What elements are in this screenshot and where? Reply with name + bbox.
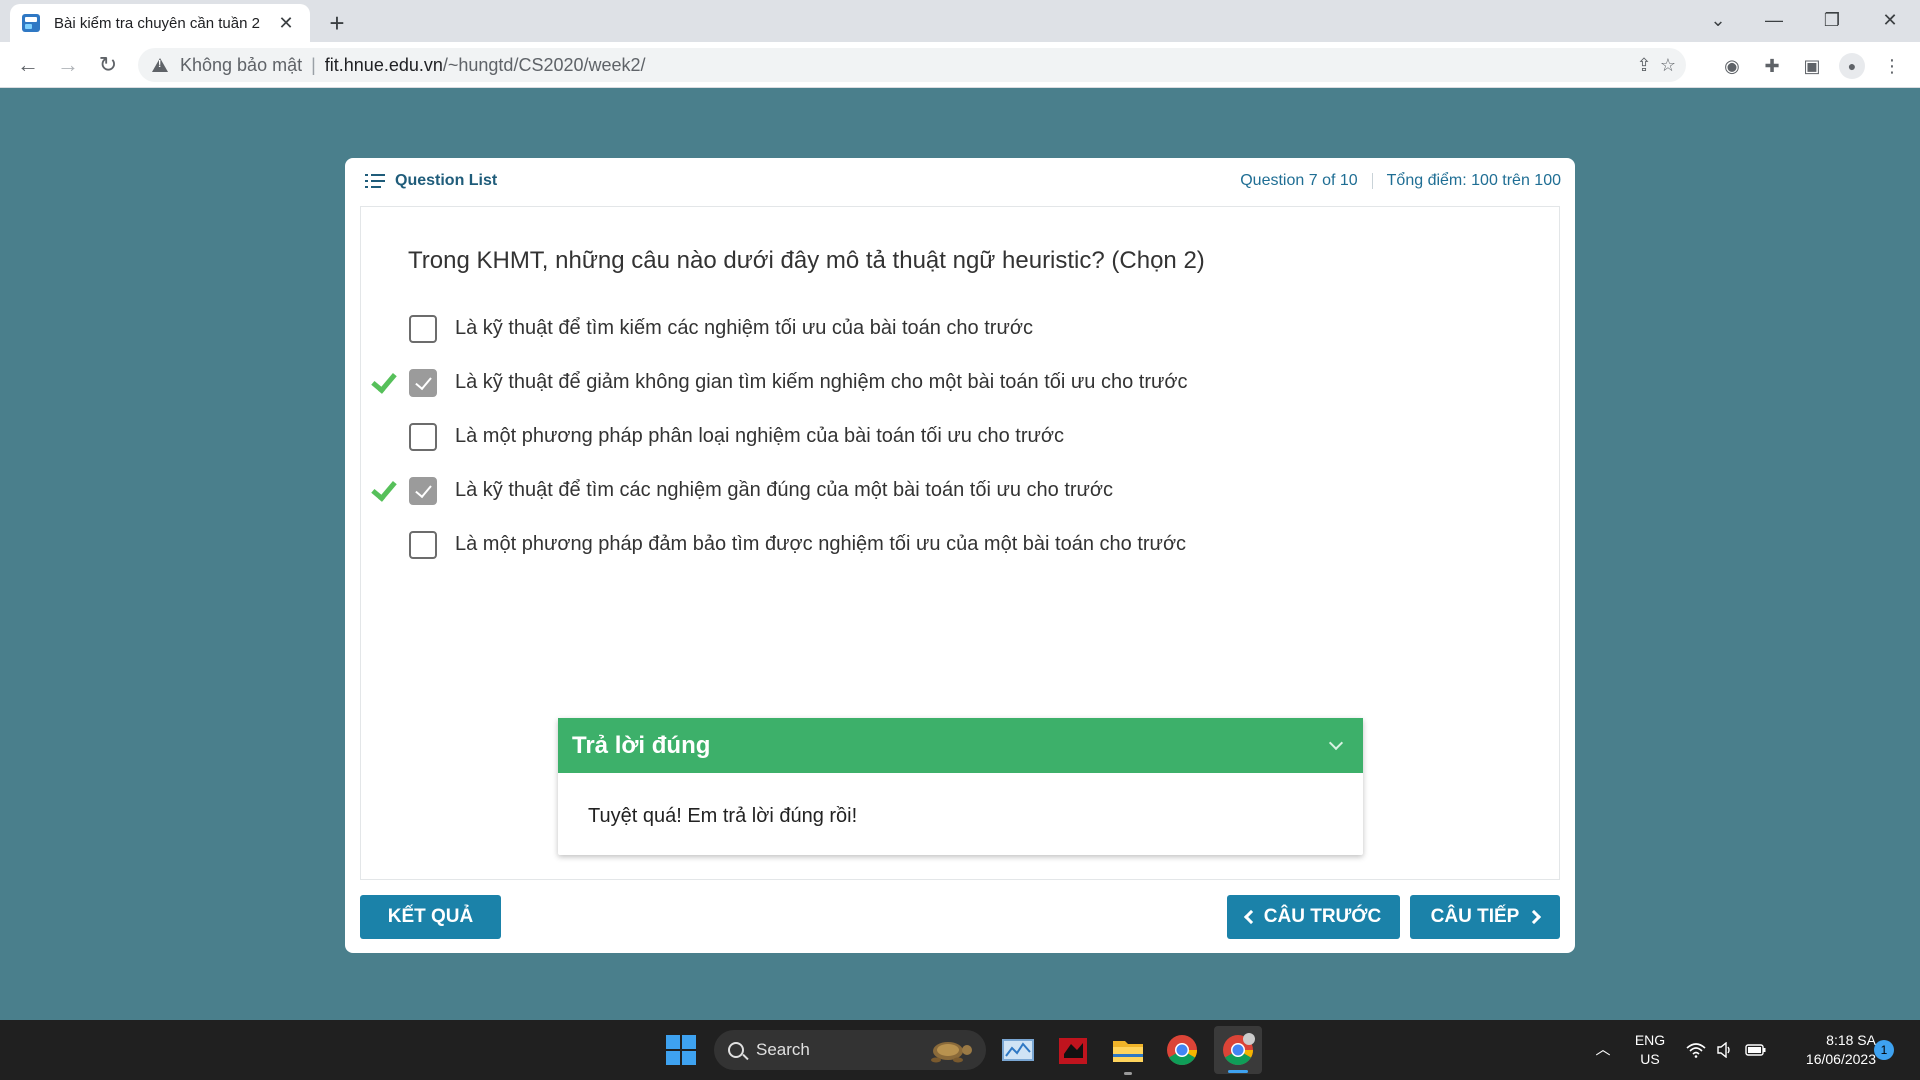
sidebar-icon[interactable]: ▣ xyxy=(1799,53,1825,79)
quiz-meta: Question 7 of 10 Tổng điểm: 100 trên 100 xyxy=(1240,172,1561,190)
file-explorer-icon[interactable] xyxy=(1110,1032,1146,1068)
share-icon[interactable]: ⇪ xyxy=(1632,54,1656,76)
restore-button[interactable]: ❐ xyxy=(1810,4,1854,36)
notification-badge[interactable]: 1 xyxy=(1874,1040,1894,1060)
volume-icon[interactable] xyxy=(1714,1040,1736,1060)
taskbar: Search ︿ ENG US 8:18 SA 16/06/2023 1 xyxy=(0,1020,1920,1080)
chrome-profile-window[interactable] xyxy=(1214,1026,1262,1074)
next-question-button[interactable]: CÂU TIẾP xyxy=(1410,895,1560,939)
menu-icon[interactable]: ⋮ xyxy=(1879,53,1905,79)
tab-search-button[interactable]: ⌄ xyxy=(1696,4,1740,36)
option-checkbox[interactable] xyxy=(409,477,437,505)
page-favicon-icon xyxy=(22,14,40,32)
tab-strip: Bài kiểm tra chuyên cần tuần 2 ✕ + ⌄ — ❐… xyxy=(0,0,1920,42)
quiz-header: Question List Question 7 of 10 Tổng điểm… xyxy=(345,158,1575,204)
correct-check-icon xyxy=(371,369,395,393)
feedback-header[interactable]: Trả lời đúng xyxy=(558,718,1363,773)
chevron-left-icon xyxy=(1243,909,1258,925)
wifi-icon[interactable] xyxy=(1685,1040,1707,1060)
chevron-up-icon[interactable]: ︿ xyxy=(1592,1038,1614,1058)
running-indicator xyxy=(1124,1072,1132,1075)
active-indicator xyxy=(1228,1070,1248,1073)
option-label[interactable]: Là một phương pháp đảm bảo tìm được nghi… xyxy=(455,533,1186,556)
answer-option[interactable]: Là một phương pháp đảm bảo tìm được nghi… xyxy=(361,525,1541,565)
chevron-down-icon[interactable] xyxy=(1328,735,1344,750)
search-icon xyxy=(728,1042,744,1058)
clock-time: 8:18 SA xyxy=(1826,1032,1876,1048)
question-list-button[interactable]: Question List xyxy=(365,172,497,190)
close-window-button[interactable]: ✕ xyxy=(1868,4,1912,36)
option-label[interactable]: Là kỹ thuật để tìm kiếm các nghiệm tối ư… xyxy=(455,317,1033,340)
language-label: ENG xyxy=(1634,1032,1666,1048)
question-text: Trong KHMT, những câu nào dưới đây mô tả… xyxy=(408,247,1205,274)
search-label: Search xyxy=(756,1040,810,1059)
security-label[interactable]: Không bảo mật xyxy=(180,55,302,76)
address-bar[interactable]: Không bảo mật | fit.hnue.edu.vn/~hungtd/… xyxy=(138,48,1686,82)
answer-option[interactable]: Là kỹ thuật để tìm kiếm các nghiệm tối ư… xyxy=(361,309,1541,349)
taskbar-search[interactable]: Search xyxy=(714,1030,986,1070)
option-checkbox[interactable] xyxy=(409,369,437,397)
url-host[interactable]: fit.hnue.edu.vn xyxy=(325,55,443,76)
region-label: US xyxy=(1640,1051,1660,1067)
prev-question-button[interactable]: CÂU TRƯỚC xyxy=(1227,895,1400,939)
correct-check-icon xyxy=(371,477,395,501)
option-label[interactable]: Là kỹ thuật để giảm không gian tìm kiếm … xyxy=(455,371,1188,394)
star-icon[interactable]: ☆ xyxy=(1656,54,1680,76)
option-checkbox[interactable] xyxy=(409,423,437,451)
option-label[interactable]: Là một phương pháp phân loại nghiệm của … xyxy=(455,425,1064,448)
question-list-label: Question List xyxy=(395,172,498,189)
url-path[interactable]: /~hungtd/CS2020/week2/ xyxy=(443,55,646,76)
tab-close-icon[interactable]: ✕ xyxy=(274,11,298,35)
answer-option[interactable]: Là một phương pháp phân loại nghiệm của … xyxy=(361,417,1541,457)
next-button-label: CÂU TIẾP xyxy=(1430,906,1520,927)
back-icon[interactable]: ← xyxy=(12,49,44,81)
tab-title: Bài kiểm tra chuyên cần tuần 2 xyxy=(54,14,260,32)
option-checkbox[interactable] xyxy=(409,531,437,559)
list-icon xyxy=(365,174,385,188)
windows-start-icon[interactable] xyxy=(666,1035,696,1065)
question-panel: Trong KHMT, những câu nào dưới đây mô tả… xyxy=(360,206,1560,880)
feedback-message: Tuyệt quá! Em trả lời đúng rồi! xyxy=(588,805,858,827)
camera-icon[interactable]: ◉ xyxy=(1719,53,1745,79)
chrome-profile-icon xyxy=(1223,1033,1255,1066)
browser-tab[interactable]: Bài kiểm tra chuyên cần tuần 2 ✕ xyxy=(10,4,310,42)
clock[interactable]: 8:18 SA 16/06/2023 xyxy=(1780,1031,1876,1069)
meta-divider xyxy=(1371,173,1373,189)
address-separator: | xyxy=(311,54,316,75)
result-button[interactable]: KẾT QUẢ xyxy=(360,895,501,939)
chrome-icon[interactable] xyxy=(1164,1032,1200,1068)
quiz-card: Question List Question 7 of 10 Tổng điểm… xyxy=(345,158,1575,953)
language-indicator[interactable]: ENG US xyxy=(1628,1031,1672,1069)
feedback-panel: Trả lời đúng Tuyệt quá! Em trả lời đúng … xyxy=(558,718,1363,855)
answer-option[interactable]: Là kỹ thuật để tìm các nghiệm gần đúng c… xyxy=(361,471,1541,511)
total-score: Tổng điểm: 100 trên 100 xyxy=(1386,172,1561,189)
red-app-icon[interactable] xyxy=(1055,1032,1091,1068)
chevron-right-icon xyxy=(1527,909,1542,925)
browser-toolbar: ← → ↻ Không bảo mật | fit.hnue.edu.vn/~h… xyxy=(0,42,1920,88)
turtle-icon xyxy=(931,1042,972,1063)
profile-icon[interactable]: ● xyxy=(1839,53,1865,79)
reload-icon[interactable]: ↻ xyxy=(92,49,124,81)
battery-icon[interactable] xyxy=(1745,1040,1767,1060)
monitor-app-icon[interactable] xyxy=(1000,1032,1036,1068)
result-button-label: KẾT QUẢ xyxy=(387,906,474,927)
option-checkbox[interactable] xyxy=(409,315,437,343)
minimize-button[interactable]: — xyxy=(1752,4,1796,36)
option-label[interactable]: Là kỹ thuật để tìm các nghiệm gần đúng c… xyxy=(455,479,1113,502)
forward-icon[interactable]: → xyxy=(52,49,84,81)
new-tab-button[interactable]: + xyxy=(322,8,352,38)
warning-icon[interactable] xyxy=(152,58,168,72)
clock-date: 16/06/2023 xyxy=(1805,1051,1876,1067)
answer-option[interactable]: Là kỹ thuật để giảm không gian tìm kiếm … xyxy=(361,363,1541,403)
extensions-icon[interactable]: ✚ xyxy=(1759,53,1785,79)
question-progress: Question 7 of 10 xyxy=(1240,172,1358,189)
prev-button-label: CÂU TRƯỚC xyxy=(1263,906,1382,927)
feedback-title: Trả lời đúng xyxy=(572,731,711,759)
